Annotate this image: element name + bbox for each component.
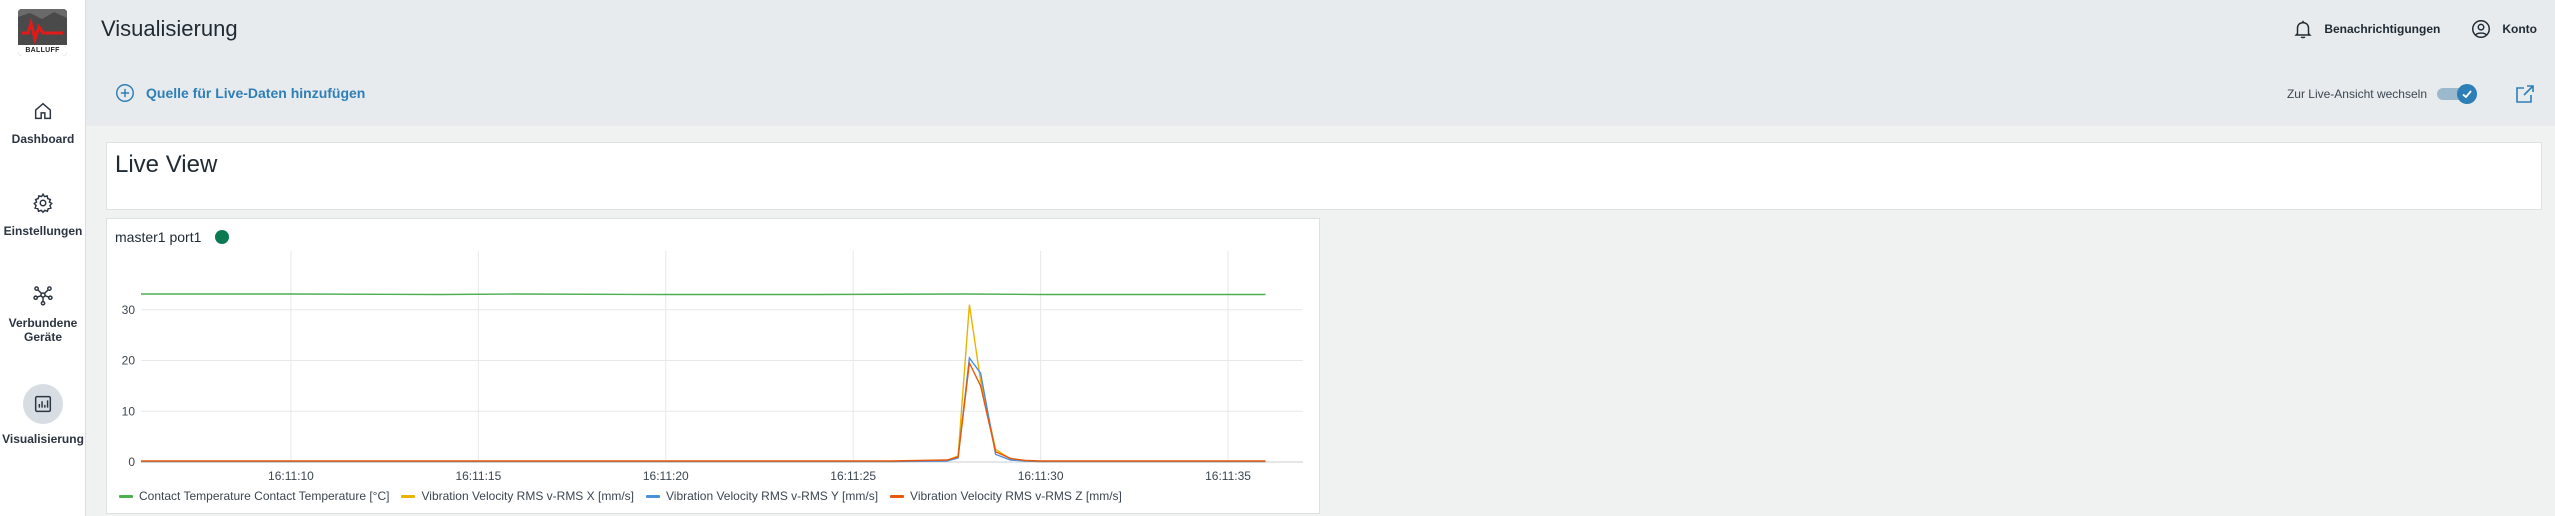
legend-swatch [119, 494, 133, 498]
legend-swatch [890, 494, 905, 498]
add-live-source-button[interactable]: Quelle für Live-Daten hinzufügen [114, 82, 365, 104]
sidebar-item-settings[interactable]: Einstellungen [0, 192, 86, 238]
notifications-label: Benachrichtigungen [2324, 22, 2441, 36]
live-view-panel: Live View [106, 142, 2542, 210]
live-view-toggle[interactable] [2437, 84, 2477, 104]
sidebar-item-label: Verbundene Geräte [0, 316, 86, 344]
sidebar: BALLUFF Dashboard Einstellungen Verbunde… [0, 0, 86, 516]
sidebar-item-dashboard[interactable]: Dashboard [0, 100, 86, 146]
legend-item[interactable]: Vibration Velocity RMS v-RMS Y [mm/s] [645, 489, 879, 503]
sidebar-item-visualization[interactable]: Visualisierung [0, 384, 86, 446]
add-source-label: Quelle für Live-Daten hinzufügen [146, 85, 366, 101]
header: Visualisierung Benachrichtigungen Konto … [86, 0, 2555, 126]
check-icon [2462, 90, 2472, 99]
legend-label: Vibration Velocity RMS v-RMS Z [mm/s] [910, 489, 1122, 503]
live-view-toggle-group: Zur Live-Ansicht wechseln [2287, 84, 2477, 104]
legend-item[interactable]: Vibration Velocity RMS v-RMS X [mm/s] [401, 489, 634, 503]
y-tick-label: 20 [122, 354, 136, 368]
series-line-1 [141, 293, 1266, 296]
chart-legend: Contact Temperature Contact Temperature … [119, 489, 1122, 503]
series-line-3 [141, 356, 1266, 463]
panel-title: Live View [115, 151, 218, 178]
toggle-knob [2457, 84, 2477, 104]
open-external-icon[interactable] [2513, 82, 2537, 106]
x-tick-label: 16:11:35 [1205, 469, 1251, 483]
sidebar-item-label: Dashboard [11, 132, 75, 146]
user-icon [2472, 20, 2491, 38]
x-tick-label: 16:11:30 [1018, 469, 1064, 483]
sidebar-item-label: Einstellungen [3, 224, 83, 238]
account-button[interactable]: Konto [2470, 18, 2537, 40]
logo-text: BALLUFF [18, 45, 67, 56]
header-actions: Benachrichtigungen Konto [2292, 18, 2537, 40]
home-icon [34, 102, 52, 120]
account-label: Konto [2502, 22, 2537, 36]
legend-item[interactable]: Vibration Velocity RMS v-RMS Z [mm/s] [890, 489, 1122, 503]
logo-graphic [18, 9, 67, 45]
y-tick-label: 10 [122, 404, 136, 418]
line-chart: 0 10 20 30 16:11:10 16:11:15 16:11:20 16:11:25 1… [122, 251, 1303, 483]
bell-icon [2294, 20, 2312, 39]
legend-label: Contact Temperature Contact Temperature … [139, 489, 390, 503]
active-indicator [23, 384, 63, 424]
legend-label: Vibration Velocity RMS v-RMS X [mm/s] [421, 489, 634, 503]
legend-item[interactable]: Contact Temperature Contact Temperature … [119, 489, 389, 503]
balluff-logo[interactable]: BALLUFF [18, 9, 67, 56]
x-tick-label: 16:11:25 [830, 469, 876, 483]
x-tick-label: 16:11:15 [455, 469, 501, 483]
legend-swatch [645, 494, 660, 498]
gear-icon [33, 192, 53, 214]
network-icon [33, 286, 53, 306]
sidebar-item-label-line1: Verbundene [8, 316, 78, 330]
x-tick-label: 16:11:20 [643, 469, 689, 483]
legend-label: Vibration Velocity RMS v-RMS Y [mm/s] [665, 489, 879, 503]
add-circle-icon [116, 84, 134, 102]
notifications-button[interactable]: Benachrichtigungen [2292, 18, 2440, 40]
legend-swatch [401, 494, 416, 498]
y-tick-label: 0 [128, 455, 135, 469]
page-title: Visualisierung [101, 16, 238, 41]
x-tick-label: 16:11:10 [268, 469, 314, 483]
sidebar-item-connected-devices[interactable]: Verbundene Geräte [0, 284, 86, 344]
chart-card: master1 port1 0 10 20 30 16:11:10 16:11:15 16:… [106, 218, 1320, 514]
series-line-4 [141, 360, 1266, 462]
chart-icon [34, 395, 52, 413]
live-toggle-label: Zur Live-Ansicht wechseln [2286, 87, 2427, 101]
series-line-2 [141, 304, 1266, 463]
sidebar-item-label: Visualisierung [2, 432, 84, 446]
sidebar-item-label-line2: Geräte [23, 330, 63, 344]
y-tick-label: 30 [122, 303, 136, 317]
